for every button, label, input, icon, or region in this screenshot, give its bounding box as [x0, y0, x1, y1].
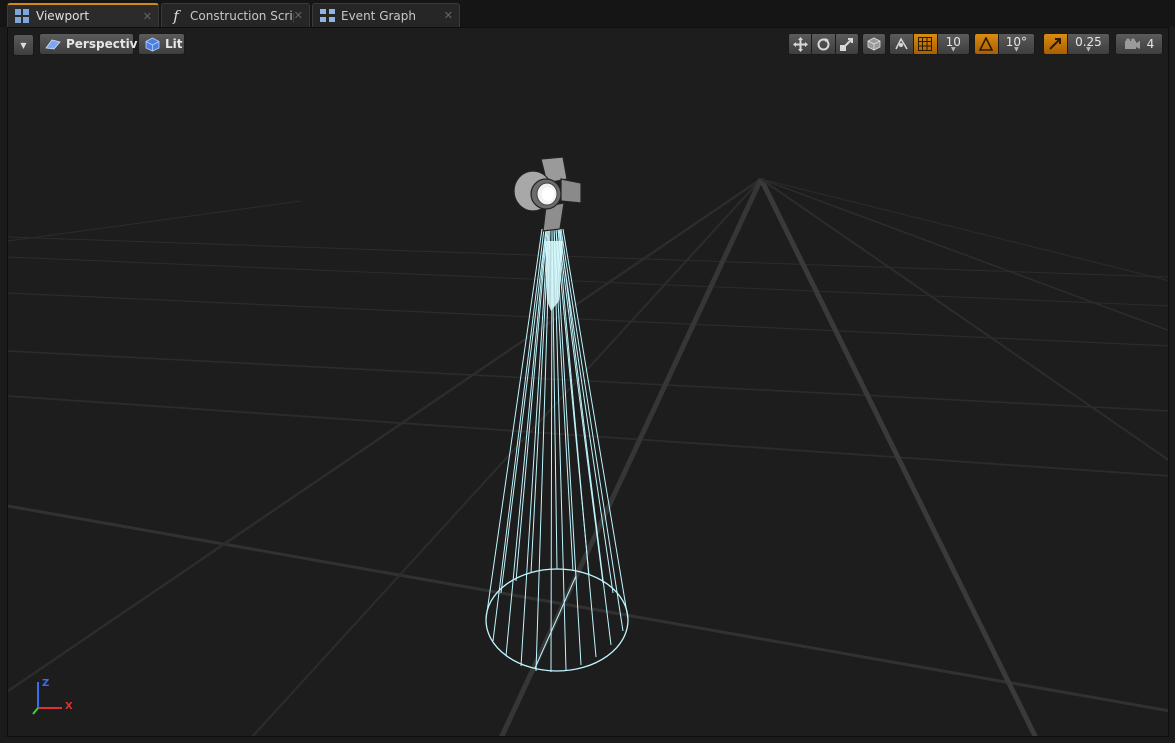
lit-button[interactable]: Lit [138, 33, 185, 55]
viewport-icon [14, 8, 30, 24]
spotlight-actor [513, 156, 582, 232]
scale-snap-value-dropdown[interactable]: 0.25 ▼ [1066, 34, 1109, 54]
grid-snap-value-dropdown[interactable]: 10 ▼ [936, 34, 969, 54]
scale-snap-icon [1048, 37, 1062, 51]
camera-speed-value: 4 [1146, 37, 1155, 51]
perspective-icon [45, 38, 61, 50]
viewport-options-button[interactable]: ▼ [13, 34, 34, 56]
chevron-down-icon: ▼ [951, 46, 956, 53]
grid-icon [918, 37, 933, 51]
chevron-down-icon: ▼ [1014, 46, 1019, 53]
tab-label: Construction Scrip [190, 8, 294, 23]
close-icon[interactable]: ✕ [294, 9, 303, 22]
camera-speed-button[interactable]: 4 [1115, 33, 1163, 55]
perspective-label: Perspective [66, 37, 146, 51]
axis-gizmo: Z X [30, 678, 80, 718]
z-axis-label: Z [42, 678, 50, 689]
grid-snap-group: 10 ▼ [889, 33, 970, 55]
tab-event-graph[interactable]: Event Graph ✕ [312, 3, 460, 27]
editor-tab-bar: Viewport ✕ f Construction Scrip ✕ Event … [0, 0, 1175, 27]
angle-icon [979, 37, 994, 51]
event-graph-icon [319, 8, 335, 24]
coordinate-system-group [862, 33, 886, 55]
function-icon: f [173, 6, 179, 25]
scale-mode-button[interactable] [834, 34, 858, 54]
rotation-snap-value-dropdown[interactable]: 10° ▼ [997, 34, 1034, 54]
rotate-icon [816, 37, 831, 52]
lit-label: Lit [165, 37, 183, 51]
move-icon [792, 36, 808, 52]
transform-mode-group [788, 33, 859, 55]
translate-mode-button[interactable] [789, 34, 812, 54]
rotation-snap-toggle[interactable] [975, 34, 998, 54]
close-icon[interactable]: ✕ [444, 9, 453, 22]
perspective-button[interactable]: Perspective [39, 33, 146, 55]
world-local-toggle-button[interactable] [863, 34, 885, 54]
rotate-mode-button[interactable] [811, 34, 835, 54]
tab-construction-script[interactable]: f Construction Scrip ✕ [161, 3, 310, 27]
spotlight-cone [485, 228, 629, 673]
scale-snap-group: 0.25 ▼ [1043, 33, 1110, 55]
close-icon[interactable]: ✕ [143, 10, 152, 23]
surface-snap-icon [894, 36, 909, 52]
tab-label: Viewport [36, 9, 90, 23]
chevron-down-icon: ▼ [20, 40, 27, 50]
world-cube-icon [867, 37, 881, 51]
grid-snap-toggle[interactable] [912, 34, 937, 54]
viewport-canvas[interactable]: ▼ Perspective Lit 10 ▼ 10° ▼ 0.25 ▼ 4 Z … [7, 27, 1169, 737]
camera-icon [1124, 38, 1141, 51]
scale-snap-toggle[interactable] [1044, 34, 1067, 54]
lit-sphere-icon [145, 37, 160, 52]
tab-label: Event Graph [341, 8, 416, 23]
chevron-down-icon: ▼ [1086, 46, 1091, 53]
scene-view [8, 156, 1168, 736]
tab-viewport[interactable]: Viewport ✕ [7, 3, 159, 27]
x-axis-label: X [65, 701, 73, 712]
rotation-snap-group: 10° ▼ [974, 33, 1035, 55]
surface-snap-button[interactable] [890, 34, 913, 54]
scale-icon [839, 37, 854, 52]
